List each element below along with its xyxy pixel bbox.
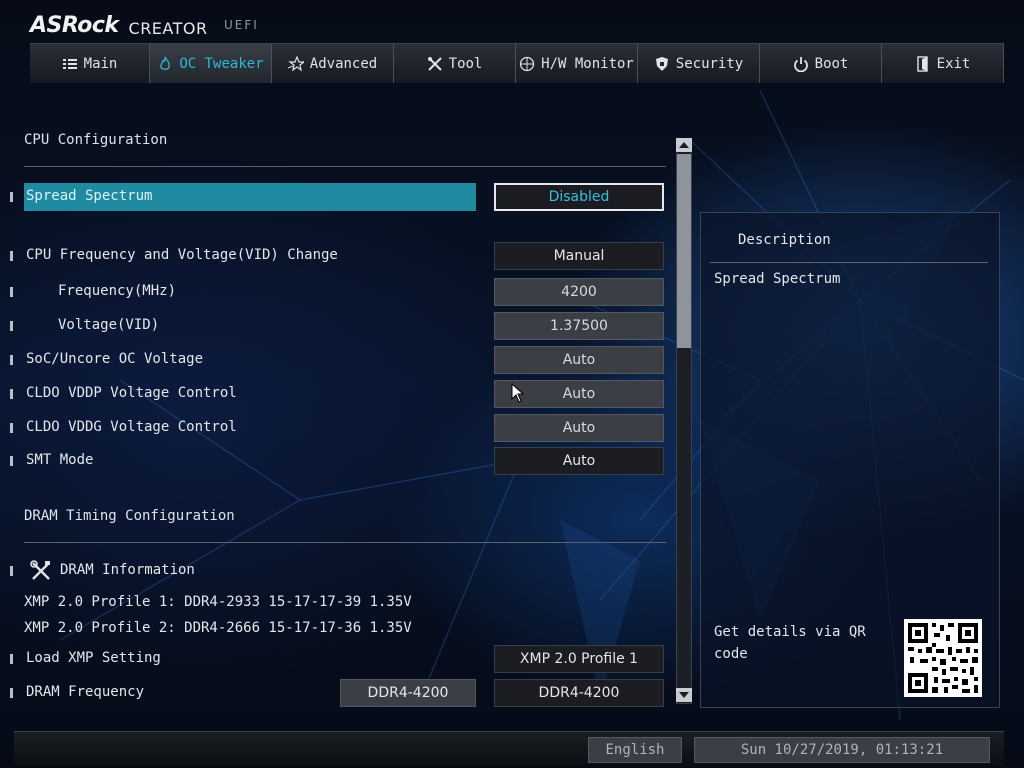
row-marker <box>10 456 13 466</box>
tab-label: Advanced <box>309 55 378 72</box>
tab-label: Boot <box>814 55 849 72</box>
flame-icon <box>157 56 173 72</box>
datetime-display: Sun 10/27/2019, 01:13:21 <box>694 737 990 763</box>
tab-label: OC Tweaker <box>179 55 264 72</box>
setting-row-voltage-vid[interactable]: Voltage(VID) 1.37500 <box>10 312 666 340</box>
logo-product: CREATOR <box>128 19 208 38</box>
tab-oc-tweaker[interactable]: OC Tweaker <box>150 43 272 83</box>
dram-section-title: DRAM Timing Configuration <box>24 508 235 524</box>
setting-row-dram-frequency[interactable]: DRAM Frequency DDR4-4200 DDR4-4200 <box>10 679 666 707</box>
setting-label: Voltage(VID) <box>58 317 160 333</box>
dram-information-row[interactable]: DRAM Information <box>10 557 666 585</box>
tab-label: Tool <box>448 55 483 72</box>
wrench-icon <box>30 560 52 582</box>
row-marker <box>10 251 13 261</box>
row-marker <box>10 688 13 698</box>
row-marker <box>10 654 13 664</box>
qr-caption: Get details via QR code <box>714 624 866 662</box>
tools-icon <box>427 56 443 72</box>
setting-label: Load XMP Setting <box>26 650 161 666</box>
tab-label: H/W Monitor <box>541 55 634 72</box>
setting-label: DRAM Information <box>60 562 195 578</box>
tab-hw-monitor[interactable]: H/W Monitor <box>516 43 638 83</box>
logo-brand: ASRock <box>30 13 119 38</box>
star-icon <box>287 55 304 72</box>
tab-exit[interactable]: Exit <box>882 43 1004 83</box>
description-text: Spread Spectrum <box>714 271 841 287</box>
dram-frequency-select[interactable]: DDR4-4200 <box>494 679 664 707</box>
tab-advanced[interactable]: Advanced <box>272 43 394 83</box>
cpu-freq-voltage-change-select[interactable]: Manual <box>494 242 664 270</box>
soc-uncore-oc-voltage-input[interactable]: Auto <box>494 346 664 374</box>
description-title: Description <box>738 232 831 248</box>
shield-icon <box>654 56 670 72</box>
setting-row-cldo-vddp[interactable]: CLDO VDDP Voltage Control Auto <box>10 380 666 408</box>
cpu-section-title: CPU Configuration <box>24 132 168 148</box>
scroll-down-button[interactable] <box>676 688 692 702</box>
tab-boot[interactable]: Boot <box>760 43 882 83</box>
scroll-up-button[interactable] <box>676 138 692 152</box>
triangle-down-icon <box>679 692 689 698</box>
main-nav: Main OC Tweaker Advanced Tool H/W Monito… <box>30 43 1004 83</box>
monitor-icon <box>519 56 535 72</box>
row-marker <box>10 423 13 433</box>
mouse-cursor-icon <box>511 383 525 403</box>
load-xmp-select[interactable]: XMP 2.0 Profile 1 <box>494 645 664 673</box>
tab-label: Security <box>675 55 744 72</box>
tab-label: Exit <box>936 55 971 72</box>
setting-row-cldo-vddg[interactable]: CLDO VDDG Voltage Control Auto <box>10 414 666 442</box>
description-divider <box>710 262 988 263</box>
cldo-vddg-input[interactable]: Auto <box>494 414 664 442</box>
setting-label: Frequency(MHz) <box>58 283 177 299</box>
logo-firmware: UEFI <box>224 18 259 32</box>
setting-label: SMT Mode <box>26 452 94 468</box>
section-divider <box>24 166 666 167</box>
list-icon <box>62 56 78 72</box>
tab-security[interactable]: Security <box>638 43 760 83</box>
setting-label: DRAM Frequency <box>26 684 145 700</box>
frequency-input[interactable]: 4200 <box>494 278 664 306</box>
setting-label: CLDO VDDG Voltage Control <box>26 419 237 435</box>
brand-logo: ASRock CREATOR <box>30 8 208 38</box>
setting-row-spread-spectrum[interactable]: Spread Spectrum Disabled <box>10 183 666 211</box>
voltage-vid-input[interactable]: 1.37500 <box>494 312 664 340</box>
smt-mode-select[interactable]: Auto <box>494 447 664 475</box>
row-marker <box>10 287 13 297</box>
dram-frequency-current: DDR4-4200 <box>340 679 476 707</box>
row-marker <box>10 192 13 202</box>
triangle-up-icon <box>679 142 689 148</box>
setting-label: Spread Spectrum <box>24 183 476 211</box>
setting-label: CLDO VDDP Voltage Control <box>26 385 237 401</box>
setting-row-cpu-freq-voltage-change[interactable]: CPU Frequency and Voltage(VID) Change Ma… <box>10 242 666 270</box>
xmp-profile-1-info: XMP 2.0 Profile 1: DDR4-2933 15-17-17-39… <box>24 594 412 610</box>
row-marker <box>10 355 13 365</box>
setting-row-smt-mode[interactable]: SMT Mode Auto <box>10 447 666 475</box>
qr-code <box>904 619 982 697</box>
scrollbar-thumb[interactable] <box>677 154 691 348</box>
tab-main[interactable]: Main <box>30 43 150 83</box>
setting-row-load-xmp[interactable]: Load XMP Setting XMP 2.0 Profile 1 <box>10 645 666 673</box>
spread-spectrum-select[interactable]: Disabled <box>494 183 664 211</box>
section-divider <box>24 542 666 543</box>
setting-row-frequency[interactable]: Frequency(MHz) 4200 <box>10 278 666 306</box>
setting-label: SoC/Uncore OC Voltage <box>26 351 204 367</box>
power-icon <box>793 56 809 72</box>
tab-label: Main <box>83 55 118 72</box>
xmp-profile-2-info: XMP 2.0 Profile 2: DDR4-2666 15-17-17-36… <box>24 620 412 636</box>
row-marker <box>10 321 13 331</box>
language-button[interactable]: English <box>588 737 682 763</box>
row-marker <box>10 566 13 576</box>
row-marker <box>10 389 13 399</box>
exit-icon <box>915 55 931 72</box>
tab-tool[interactable]: Tool <box>394 43 516 83</box>
setting-row-soc-uncore-oc-voltage[interactable]: SoC/Uncore OC Voltage Auto <box>10 346 666 374</box>
setting-label: CPU Frequency and Voltage(VID) Change <box>26 247 338 263</box>
